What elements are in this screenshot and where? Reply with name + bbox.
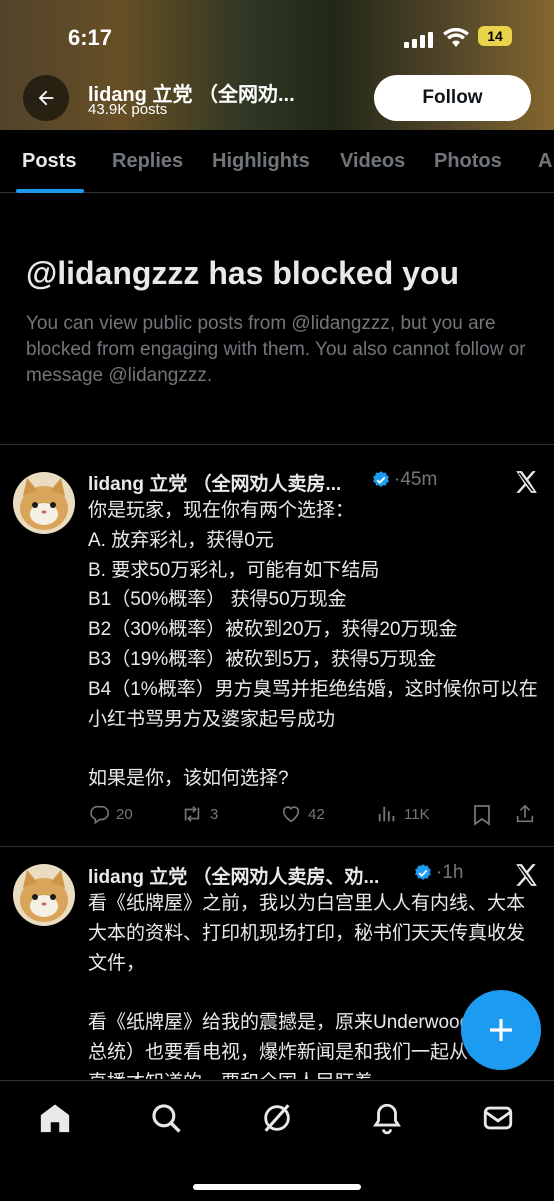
avatar[interactable] (13, 472, 75, 534)
divider (0, 846, 554, 847)
tab-replies[interactable]: Replies (112, 150, 183, 173)
repost-count: 3 (210, 805, 219, 823)
cellular-signal-icon (404, 32, 433, 48)
verified-badge-icon (373, 471, 389, 487)
status-time: 6:17 (68, 25, 113, 50)
repost-button[interactable]: 3 (180, 803, 218, 825)
tab-highlights[interactable]: Highlights (212, 150, 310, 173)
post-text: 你是玩家，现在你有两个选择： A. 放弃彩礼，获得0元 B. 要求50万彩礼，可… (88, 500, 538, 790)
blocked-title: @lidangzzz has blocked you (26, 255, 460, 291)
post-time[interactable]: ·45m (394, 469, 437, 491)
blocked-message: You can view public posts from @lidangzz… (26, 313, 526, 386)
grok-icon[interactable] (260, 1101, 294, 1135)
like-icon (282, 806, 300, 823)
tab-videos[interactable]: Videos (340, 150, 405, 173)
reply-icon (90, 805, 109, 825)
like-count: 42 (308, 805, 325, 823)
tab-photos[interactable]: Photos (434, 150, 502, 173)
share-icon[interactable] (514, 803, 536, 825)
post-actions: 20 3 42 11K (88, 803, 538, 829)
post-author[interactable]: lidang 立党 （全网劝人卖房... (88, 469, 341, 496)
posts-count: 43.9K posts (88, 101, 168, 118)
notifications-icon[interactable] (370, 1101, 404, 1135)
profile-tabs: Posts Replies Highlights Videos Photos A (0, 130, 554, 193)
bookmark-icon[interactable] (472, 804, 492, 826)
tab-posts[interactable]: Posts (22, 150, 76, 173)
bottom-navigation (0, 1080, 554, 1201)
reply-count: 20 (116, 805, 133, 823)
divider (0, 444, 554, 445)
reply-button[interactable]: 20 (88, 803, 133, 825)
views-button[interactable]: 11K (376, 803, 430, 825)
post-time[interactable]: ·1h (436, 862, 463, 884)
messages-icon[interactable] (481, 1101, 515, 1135)
compose-plus-icon (490, 1019, 512, 1041)
repost-icon (184, 806, 200, 822)
post-author[interactable]: lidang 立党 （全网劝人卖房、劝... (88, 862, 379, 889)
back-arrow-icon (38, 90, 54, 106)
cat-avatar-image (13, 472, 75, 534)
home-icon[interactable] (38, 1101, 72, 1135)
status-bar: 6:17 14 (0, 22, 554, 52)
x-logo-icon (516, 864, 537, 886)
x-logo-icon (516, 471, 537, 493)
tab-articles[interactable]: A (538, 150, 552, 173)
home-indicator (193, 1184, 361, 1190)
back-button[interactable] (23, 75, 69, 121)
avatar[interactable] (13, 864, 75, 926)
active-tab-indicator (16, 189, 84, 193)
battery-indicator: 14 (478, 26, 512, 46)
wifi-icon (443, 28, 469, 47)
follow-button[interactable]: Follow (374, 75, 531, 121)
views-icon (378, 806, 395, 822)
like-button[interactable]: 42 (280, 803, 325, 825)
verified-badge-icon (415, 864, 431, 880)
view-count: 11K (404, 805, 430, 823)
cat-avatar-image (13, 864, 75, 926)
compose-button[interactable] (461, 990, 541, 1070)
search-icon[interactable] (149, 1101, 183, 1135)
